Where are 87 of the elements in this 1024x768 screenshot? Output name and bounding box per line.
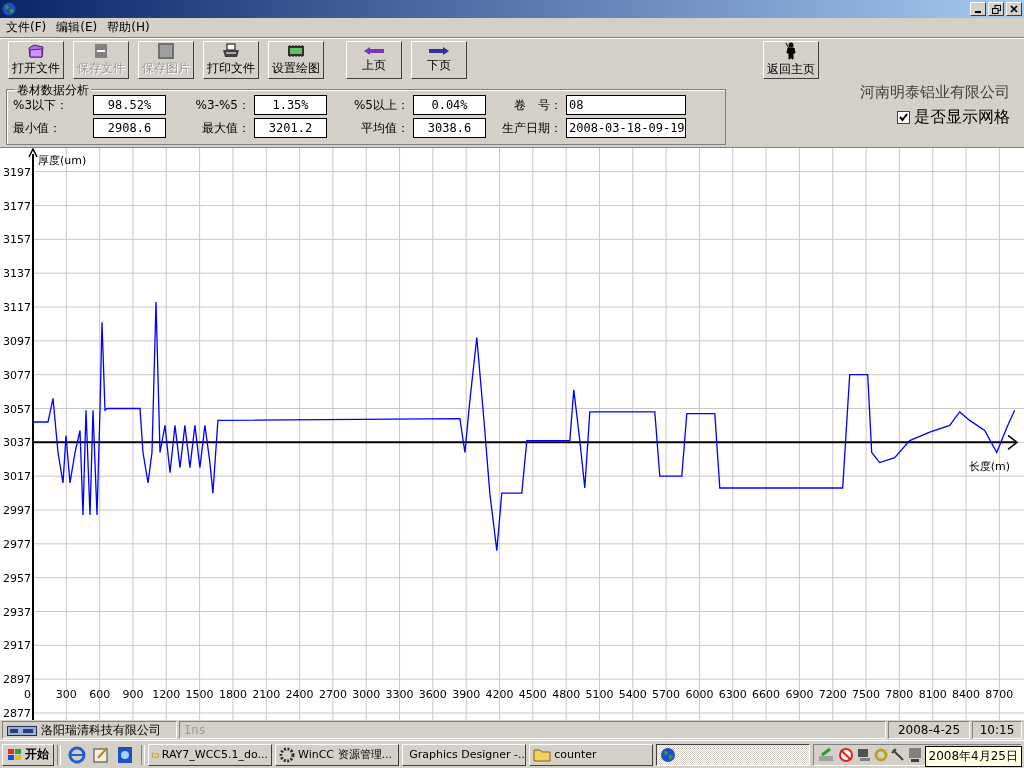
x-tick-label: 6900 <box>785 688 814 701</box>
x-tick-label: 1500 <box>185 688 214 701</box>
x-tick-label: 7800 <box>885 688 914 701</box>
field-label: 最小值： <box>13 119 62 137</box>
toolbar-button[interactable]: 打印文件 <box>203 41 259 79</box>
toolbar-button[interactable]: 返回主页 <box>763 41 819 79</box>
status-mode: Ins <box>184 723 206 737</box>
value-field: 3201.2 <box>254 118 327 138</box>
y-tick-label: 2937 <box>3 605 31 619</box>
y-tick-label: 2897 <box>3 673 31 687</box>
value-field: 08 <box>566 95 686 115</box>
x-tick-label: 3600 <box>418 688 447 701</box>
x-tick-label: 5700 <box>652 688 681 701</box>
x-tick-label: 5400 <box>618 688 647 701</box>
status-time: 10:15 <box>972 721 1022 739</box>
value-field: 3038.6 <box>413 118 486 138</box>
company-name: 河南明泰铝业有限公司 <box>860 83 1010 102</box>
x-tick-label: 6300 <box>718 688 747 701</box>
x-tick-label: 4500 <box>518 688 547 701</box>
x-tick-label: 4200 <box>485 688 514 701</box>
field-label: %3-%5： <box>194 96 251 114</box>
x-tick-label: 5100 <box>585 688 614 701</box>
value-field: 0.04% <box>413 95 486 115</box>
taskbar-button[interactable]: WinCC 资源管理... <box>275 743 400 766</box>
y-tick-label: 2957 <box>3 571 31 585</box>
taskbar-button[interactable]: RAY7_WCC5.1_do... <box>147 743 272 766</box>
x-tick-label: 3900 <box>452 688 481 701</box>
y-tick-label: 2997 <box>3 504 31 517</box>
field-label: %3以下： <box>13 96 70 114</box>
y-tick-label: 3077 <box>3 368 31 382</box>
y-tick-label: 2977 <box>3 537 31 551</box>
value-field: 98.52% <box>93 95 166 115</box>
x-tick-label: 3000 <box>352 688 381 701</box>
value-field: 1.35% <box>254 95 327 115</box>
checkbox-label: 是否显示网格 <box>914 107 1010 128</box>
field-label: 最大值： <box>201 119 251 137</box>
field-label: 生产日期： <box>501 119 563 137</box>
x-tick-label: 6600 <box>752 688 781 701</box>
x-tick-label: 600 <box>89 688 111 701</box>
x-tick-label: 3300 <box>385 688 414 701</box>
x-tick-label: 1800 <box>218 688 247 701</box>
toolbar-button[interactable]: 下页 <box>411 41 467 79</box>
taskbar-button[interactable]: Graphics Designer -... <box>402 743 527 766</box>
y-tick-label: 2917 <box>3 639 31 653</box>
menu-item[interactable]: 文件(F) <box>6 19 47 36</box>
x-tick-label: 8700 <box>985 688 1014 701</box>
x-tick-label: 7500 <box>852 688 881 701</box>
taskbar-button[interactable]: counter <box>529 743 654 766</box>
y-tick-label: 3037 <box>3 436 31 450</box>
x-axis-label: 长度(m) <box>968 460 1010 474</box>
y-tick-label: 3137 <box>3 267 31 281</box>
y-tick-label: 3197 <box>3 165 31 179</box>
x-tick-label: 6000 <box>685 688 714 701</box>
toolbar-button[interactable]: 打开文件 <box>8 41 64 79</box>
x-tick-label: 7200 <box>818 688 847 701</box>
value-field: 2008-03-18-09-19 <box>566 118 686 138</box>
y-tick-label: 2877 <box>3 707 31 720</box>
x-tick-label: 0 <box>24 688 31 701</box>
field-label: %5以上： <box>352 96 410 114</box>
y-tick-label: 3157 <box>3 233 31 247</box>
y-tick-label: 3117 <box>3 301 31 314</box>
value-field: 2908.6 <box>93 118 166 138</box>
x-tick-label: 1200 <box>152 688 181 701</box>
start-button[interactable]: 开始 <box>2 743 54 766</box>
toolbar-button[interactable]: 设置绘图 <box>268 41 324 79</box>
x-tick-label: 4800 <box>552 688 581 701</box>
date-tooltip: 2008年4月25日 <box>924 746 1022 767</box>
y-axis-label: 厚度(um) <box>38 154 87 167</box>
x-tick-label: 300 <box>55 688 77 701</box>
y-tick-label: 3057 <box>3 402 31 416</box>
x-tick-label: 8400 <box>952 688 980 701</box>
status-date: 2008-4-25 <box>888 721 970 739</box>
y-tick-label: 3177 <box>3 199 31 213</box>
y-tick-label: 3097 <box>3 334 31 348</box>
menu-item[interactable]: 编辑(E) <box>56 19 98 36</box>
field-label: 卷 号： <box>513 96 563 114</box>
status-company: 洛阳瑞清科技有限公司 <box>41 721 161 739</box>
field-label: 平均值： <box>360 119 410 137</box>
toolbar-button[interactable]: 上页 <box>346 41 402 79</box>
y-tick-label: 3017 <box>3 470 31 484</box>
x-tick-label: 2400 <box>285 688 314 701</box>
x-tick-label: 8100 <box>918 688 947 701</box>
x-tick-label: 900 <box>122 688 144 701</box>
x-tick-label: 2700 <box>318 688 347 701</box>
menu-item[interactable]: 帮助(H) <box>107 19 150 36</box>
x-tick-label: 2100 <box>252 688 281 701</box>
panel-title: 卷材数据分析 <box>15 82 91 99</box>
